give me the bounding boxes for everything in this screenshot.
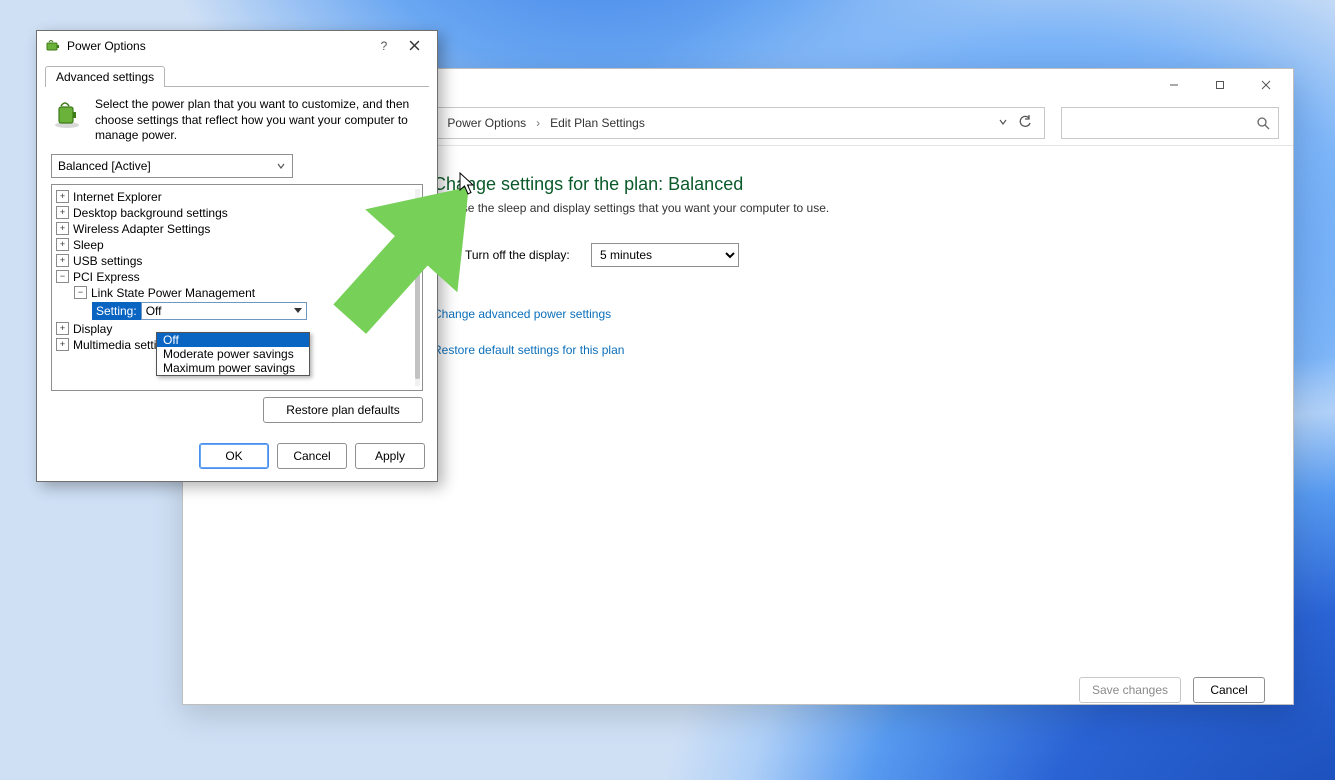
tree-item-display[interactable]: Display: [73, 322, 112, 336]
save-changes-button[interactable]: Save changes: [1079, 677, 1181, 703]
display-off-row: Turn off the display: 5 minutes: [433, 243, 1265, 267]
collapse-icon[interactable]: −: [74, 286, 87, 299]
tree-item-sleep[interactable]: Sleep: [73, 238, 104, 252]
display-off-select[interactable]: 5 minutes: [591, 243, 739, 267]
lspm-setting-row[interactable]: Setting: Off: [92, 302, 307, 320]
expand-icon[interactable]: +: [56, 254, 69, 267]
setting-value-text: Off: [146, 304, 162, 318]
page-subtitle: Choose the sleep and display settings th…: [433, 201, 1265, 215]
plan-select[interactable]: Balanced [Active]: [51, 154, 293, 178]
tree-item-ie[interactable]: Internet Explorer: [73, 190, 162, 204]
ok-button[interactable]: OK: [199, 443, 269, 469]
crumb-power-options[interactable]: Power Options: [443, 116, 530, 130]
expand-icon[interactable]: +: [56, 222, 69, 235]
display-off-label: Turn off the display:: [465, 248, 575, 262]
link-restore-defaults[interactable]: Restore default settings for this plan: [433, 343, 1265, 357]
collapse-icon[interactable]: −: [56, 270, 69, 283]
chevron-right-icon: ›: [536, 116, 540, 130]
dialog-titlebar[interactable]: Power Options ?: [37, 31, 437, 61]
refresh-icon[interactable]: [1018, 115, 1032, 132]
close-button[interactable]: [397, 38, 431, 54]
cancel-button[interactable]: Cancel: [277, 443, 347, 469]
close-button[interactable]: [1243, 71, 1289, 99]
chevron-down-icon: [276, 161, 286, 171]
expand-icon[interactable]: +: [56, 238, 69, 251]
battery-large-icon: [51, 97, 83, 129]
plan-select-value: Balanced [Active]: [58, 159, 151, 173]
setting-dropdown-list[interactable]: Off Moderate power savings Maximum power…: [156, 332, 310, 376]
tree-item-desktop-bg[interactable]: Desktop background settings: [73, 206, 228, 220]
maximize-button[interactable]: [1197, 71, 1243, 99]
tree-item-usb[interactable]: USB settings: [73, 254, 142, 268]
page-title: Change settings for the plan: Balanced: [433, 174, 1265, 195]
search-input[interactable]: [1061, 107, 1279, 139]
tab-advanced-settings[interactable]: Advanced settings: [45, 66, 165, 87]
power-options-dialog: Power Options ? Advanced settings Select…: [36, 30, 438, 482]
setting-label: Setting:: [92, 304, 141, 318]
settings-tree[interactable]: + Internet Explorer + Desktop background s…: [51, 184, 423, 391]
dialog-intro-text: Select the power plan that you want to c…: [95, 97, 423, 144]
breadcrumb-dropdown-icon[interactable]: [998, 116, 1008, 130]
setting-value-dropdown[interactable]: Off: [141, 302, 307, 320]
tree-item-lspm[interactable]: Link State Power Management: [91, 286, 255, 300]
expand-icon[interactable]: +: [56, 338, 69, 351]
crumb-edit-plan[interactable]: Edit Plan Settings: [546, 116, 649, 130]
expand-icon[interactable]: +: [56, 190, 69, 203]
restore-defaults-button[interactable]: Restore plan defaults: [263, 397, 423, 423]
cancel-button[interactable]: Cancel: [1193, 677, 1265, 703]
minimize-button[interactable]: [1151, 71, 1197, 99]
link-advanced-settings[interactable]: Change advanced power settings: [433, 307, 1265, 321]
tree-item-wireless[interactable]: Wireless Adapter Settings: [73, 222, 210, 236]
expand-icon[interactable]: +: [56, 206, 69, 219]
dropdown-option-moderate[interactable]: Moderate power savings: [157, 347, 309, 361]
tree-scrollbar-thumb[interactable]: [415, 219, 420, 379]
help-button[interactable]: ?: [371, 39, 397, 53]
search-icon: [1256, 116, 1270, 130]
battery-icon: [45, 38, 61, 54]
apply-button[interactable]: Apply: [355, 443, 425, 469]
tree-item-pci[interactable]: PCI Express: [73, 270, 140, 284]
expand-icon[interactable]: +: [56, 322, 69, 335]
dropdown-option-maximum[interactable]: Maximum power savings: [157, 361, 309, 375]
dialog-title: Power Options: [67, 39, 371, 53]
dropdown-option-off[interactable]: Off: [157, 333, 309, 347]
